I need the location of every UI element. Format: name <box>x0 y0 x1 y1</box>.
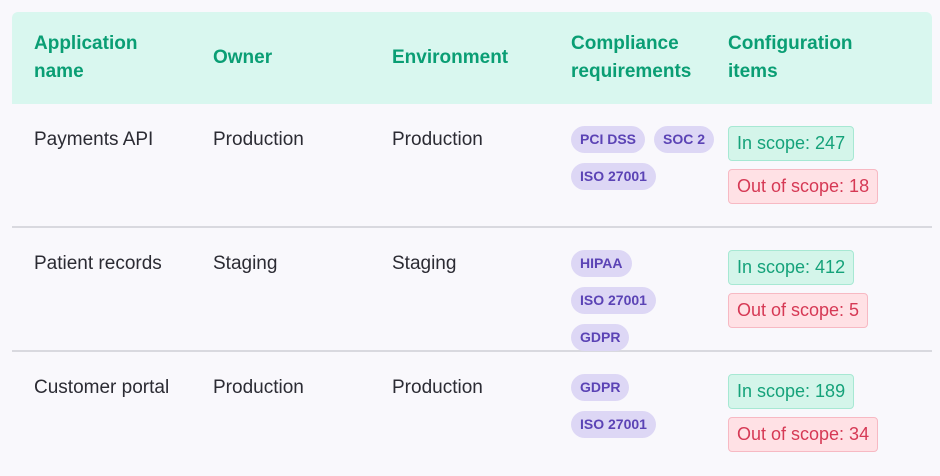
cell-environment: Production <box>392 377 483 398</box>
cell-owner: Staging <box>213 253 278 274</box>
cell-configuration-items: In scope: 412 Out of scope: 5 <box>728 228 932 351</box>
cell-environment: Production <box>392 129 483 150</box>
compliance-tag: PCI DSS <box>571 126 646 153</box>
cell-application-name: Patient records <box>34 253 162 274</box>
in-scope-badge[interactable]: In scope: 412 <box>728 250 855 285</box>
cell-application-name: Payments API <box>34 129 154 150</box>
column-header-owner[interactable]: Owner <box>191 44 370 72</box>
compliance-tag: ISO 27001 <box>571 163 656 190</box>
in-scope-badge[interactable]: In scope: 189 <box>728 374 855 409</box>
out-of-scope-badge[interactable]: Out of scope: 5 <box>728 293 869 328</box>
compliance-tag: GDPR <box>571 324 630 351</box>
compliance-tag: HIPAA <box>571 250 632 277</box>
cell-configuration-items: In scope: 189 Out of scope: 34 <box>728 352 932 476</box>
out-of-scope-badge[interactable]: Out of scope: 34 <box>728 417 879 452</box>
column-header-configuration-items[interactable]: Configuration items <box>728 30 868 86</box>
cell-owner: Production <box>213 377 304 398</box>
table-row[interactable]: Patient records Staging Staging HIPAA IS… <box>12 228 932 352</box>
column-header-compliance[interactable]: Compliance requirements <box>549 30 711 86</box>
compliance-tag: GDPR <box>571 374 630 401</box>
applications-table: Application name Owner Environment Compl… <box>12 12 932 476</box>
column-header-application-name[interactable]: Application name <box>12 30 164 86</box>
in-scope-badge[interactable]: In scope: 247 <box>728 126 855 161</box>
cell-application-name: Customer portal <box>34 377 170 398</box>
out-of-scope-badge[interactable]: Out of scope: 18 <box>728 169 879 204</box>
table-header: Application name Owner Environment Compl… <box>12 12 932 104</box>
table-row[interactable]: Payments API Production Production PCI D… <box>12 104 932 228</box>
cell-configuration-items: In scope: 247 Out of scope: 18 <box>728 104 932 226</box>
compliance-tag: ISO 27001 <box>571 411 656 438</box>
column-header-environment[interactable]: Environment <box>370 44 549 72</box>
cell-compliance-tags: HIPAA ISO 27001 GDPR <box>549 228 728 351</box>
compliance-tag: SOC 2 <box>654 126 715 153</box>
cell-owner: Production <box>213 129 304 150</box>
cell-environment: Staging <box>392 253 457 274</box>
cell-compliance-tags: GDPR ISO 27001 <box>549 352 728 476</box>
table-row[interactable]: Customer portal Production Production GD… <box>12 352 932 476</box>
compliance-tag: ISO 27001 <box>571 287 656 314</box>
cell-compliance-tags: PCI DSS SOC 2 ISO 27001 <box>549 104 728 226</box>
